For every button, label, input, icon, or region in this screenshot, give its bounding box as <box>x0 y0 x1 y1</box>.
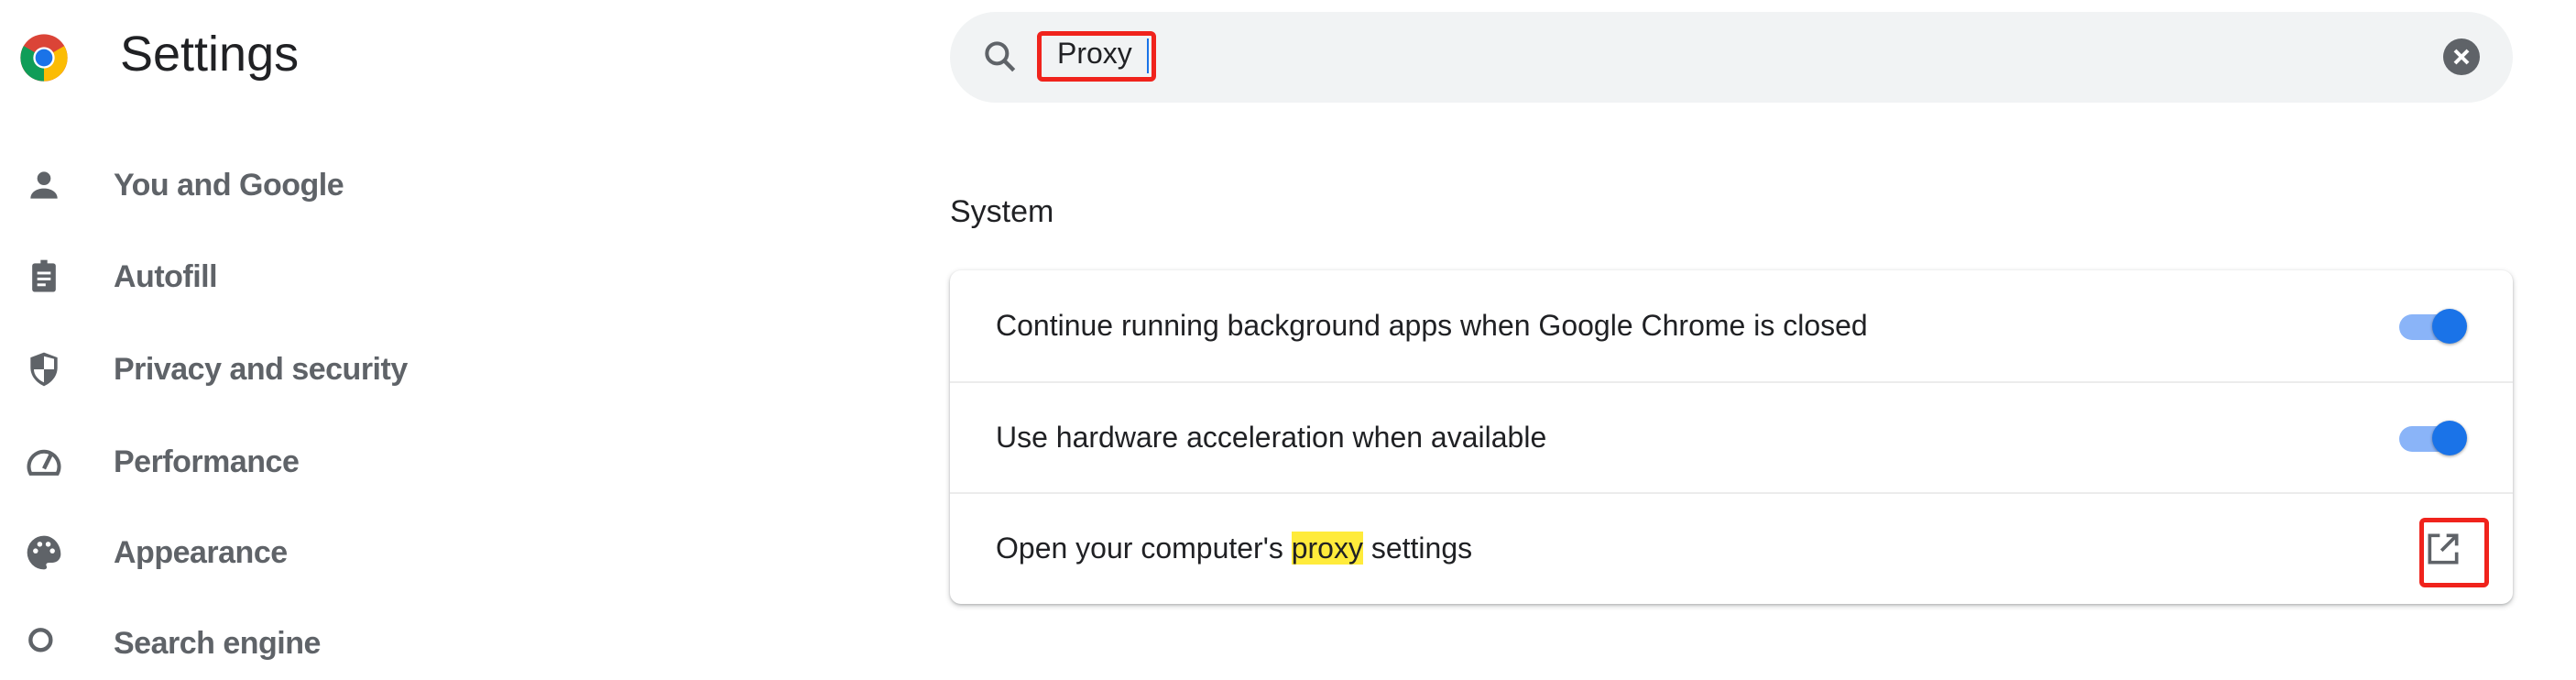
person-icon <box>30 171 58 199</box>
shield-icon <box>30 352 58 387</box>
search-icon <box>985 41 1016 72</box>
sidebar-item-performance[interactable]: Performance <box>0 425 824 499</box>
sidebar-item-privacy-and-security[interactable]: Privacy and security <box>0 333 824 406</box>
setting-label: Open your computer's proxy settings <box>996 532 1473 565</box>
sidebar-item-label: Performance <box>114 444 300 479</box>
search-highlight: proxy <box>1291 532 1363 565</box>
sidebar-item-label: Search engine <box>114 625 321 661</box>
clear-icon[interactable] <box>2443 38 2480 75</box>
speedometer-icon <box>27 449 61 476</box>
hardware-acceleration-toggle[interactable] <box>2397 420 2467 455</box>
sidebar-item-appearance[interactable]: Appearance <box>0 516 824 589</box>
sidebar-item-autofill[interactable]: Autofill <box>0 240 824 313</box>
setting-label: Continue running background apps when Go… <box>996 309 1868 342</box>
sidebar-item-label: Autofill <box>114 258 218 294</box>
setting-row-background-apps[interactable]: Continue running background apps when Go… <box>950 270 2513 381</box>
sidebar-item-label: Appearance <box>114 534 288 570</box>
setting-row-proxy[interactable]: Open your computer's proxy settings <box>950 492 2513 603</box>
setting-label: Use hardware acceleration when available <box>996 421 1547 454</box>
sidebar-item-you-and-google[interactable]: You and Google <box>0 148 824 222</box>
setting-row-hardware-acceleration[interactable]: Use hardware acceleration when available <box>950 381 2513 492</box>
annotation-box <box>2419 518 2489 587</box>
sidebar-item-label: Privacy and security <box>114 351 408 387</box>
annotation-box <box>1037 31 1156 82</box>
section-title: System <box>950 194 1054 229</box>
system-settings-card: Continue running background apps when Go… <box>950 270 2513 604</box>
page-title: Settings <box>120 27 300 82</box>
search-icon <box>28 628 53 653</box>
palette-icon <box>27 535 61 570</box>
chrome-logo <box>20 34 68 82</box>
clipboard-icon <box>32 259 56 292</box>
sidebar-item-label: You and Google <box>114 167 344 203</box>
sidebar-item-search-engine[interactable]: Search engine <box>0 607 824 680</box>
background-apps-toggle[interactable] <box>2397 308 2467 344</box>
